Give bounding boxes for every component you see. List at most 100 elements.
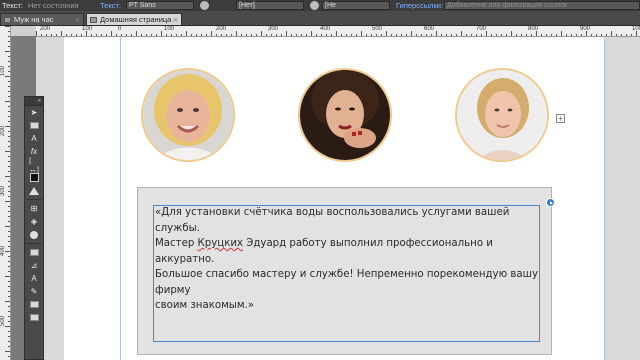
vertical-ruler[interactable]: 100 200 300 400 500	[0, 26, 11, 360]
widget-icon	[29, 173, 39, 182]
ruler-tick	[8, 261, 10, 262]
font-label: Текст:	[100, 1, 121, 10]
zoom-tool[interactable]: ⊿	[25, 259, 43, 272]
collapse-icon[interactable]: «	[38, 97, 41, 105]
ruler-tick	[5, 101, 10, 102]
ruler-tick	[8, 166, 10, 167]
ruler-tick	[461, 31, 462, 36]
ruler-tick	[5, 326, 10, 327]
ruler-tick	[596, 34, 597, 36]
ruler-tick	[261, 31, 262, 36]
ruler-tick	[416, 34, 417, 36]
tab-muzh-na-chas[interactable]: Муж на час ×	[0, 13, 84, 25]
hyperlinks-input[interactable]: Добавление или фильтрация ссылок	[444, 1, 640, 10]
testimonial-text[interactable]: «Для установки счётчика воды воспользова…	[155, 205, 538, 314]
ruler-tick	[8, 121, 10, 122]
ruler-tick	[66, 34, 67, 36]
direct-select-tool[interactable]	[25, 119, 43, 132]
style-icon[interactable]	[200, 1, 209, 10]
ruler-tick	[8, 231, 10, 232]
ruler-tick	[541, 34, 542, 36]
hyperlinks-label: Гиперссылки:	[396, 1, 444, 10]
guide-right[interactable]	[604, 37, 605, 360]
text-tool[interactable]: A	[25, 132, 43, 145]
ruler-tick	[8, 286, 10, 287]
ruler-tick	[376, 34, 377, 36]
text-state-value[interactable]: Нет состояния	[28, 0, 79, 11]
ruler-tick	[51, 34, 52, 36]
ruler-tick	[631, 34, 632, 36]
ruler-tick	[136, 31, 137, 36]
ruler-tick	[406, 34, 407, 36]
guide-left[interactable]	[120, 37, 121, 360]
brush-tool[interactable]: ✎	[25, 285, 43, 298]
ruler-tick	[101, 34, 102, 36]
pencil-tool[interactable]: A	[25, 272, 43, 285]
layers-tool[interactable]	[25, 311, 43, 324]
ruler-tick	[8, 316, 10, 317]
ruler-tick	[296, 34, 297, 36]
ruler-tick	[431, 34, 432, 36]
ruler-tick	[8, 331, 10, 332]
ruler-tick	[156, 34, 157, 36]
shapes-icon: ⊞	[30, 204, 38, 213]
ruler-tick	[516, 34, 517, 36]
ruler-tick	[556, 34, 557, 36]
close-icon[interactable]: ×	[75, 14, 80, 26]
ruler-tick	[446, 34, 447, 36]
ruler-tick	[216, 34, 217, 36]
ruler-tick	[8, 206, 10, 207]
ruler-tick	[346, 34, 347, 36]
font-select[interactable]: PT Sans	[126, 1, 194, 10]
link-icon[interactable]	[310, 1, 319, 10]
panel-grip[interactable]: «	[25, 97, 43, 106]
misspelled-word: Круцких	[197, 238, 244, 249]
style-select-2[interactable]: [Не	[322, 1, 390, 10]
ruler-tick	[96, 34, 97, 36]
image-tool[interactable]	[25, 228, 43, 241]
horizontal-ruler[interactable]: 20010001002003004005006007008009001000	[36, 26, 640, 37]
ruler-tick	[61, 31, 62, 36]
ruler-tick	[8, 156, 10, 157]
ruler-tick	[271, 34, 272, 36]
spacing-tool[interactable]: |↔|	[25, 155, 43, 174]
ruler-tick	[41, 34, 42, 36]
rectangle-tool[interactable]	[25, 184, 43, 197]
ruler-tick	[161, 31, 162, 36]
ruler-corner	[10, 26, 36, 36]
avatar-2[interactable]	[298, 68, 392, 162]
function-icon: fx	[30, 147, 38, 156]
close-icon[interactable]: ×	[173, 14, 178, 26]
ellipse-tool[interactable]: ⊞	[25, 202, 43, 215]
tab-home-page[interactable]: Домашняя страница ×	[86, 13, 182, 25]
widget-tool[interactable]	[25, 171, 43, 184]
ruler-tick	[626, 34, 627, 36]
swatch-tool[interactable]	[25, 298, 43, 311]
spacing-icon: |↔|	[28, 155, 40, 174]
add-state-icon[interactable]: +	[556, 114, 565, 123]
page-icon	[29, 314, 39, 321]
ruler-tick	[421, 34, 422, 36]
eyedropper-icon: ⊿	[30, 261, 38, 270]
avatar-1[interactable]	[141, 68, 235, 162]
frame-tool[interactable]: ◈	[25, 215, 43, 228]
avatar-3[interactable]	[455, 68, 549, 162]
ruler-tick	[8, 191, 10, 192]
tool-divider	[26, 199, 42, 200]
ruler-tick	[576, 34, 577, 36]
ruler-tick	[121, 34, 122, 36]
ruler-tick	[436, 31, 437, 36]
hand-tool[interactable]	[25, 246, 43, 259]
selection-tool[interactable]: ➤	[25, 106, 43, 119]
frame-options-icon[interactable]	[546, 198, 555, 207]
ruler-tick	[591, 34, 592, 36]
tool-divider	[26, 243, 42, 244]
ruler-tick	[81, 34, 82, 36]
ruler-label: 400	[0, 246, 6, 257]
ruler-tick	[211, 31, 212, 36]
ruler-label: 200	[216, 26, 227, 32]
ruler-label: 300	[268, 26, 279, 32]
ruler-tick	[351, 34, 352, 36]
ruler-tick	[8, 106, 10, 107]
style-select-1[interactable]: [Нет]	[236, 1, 304, 10]
